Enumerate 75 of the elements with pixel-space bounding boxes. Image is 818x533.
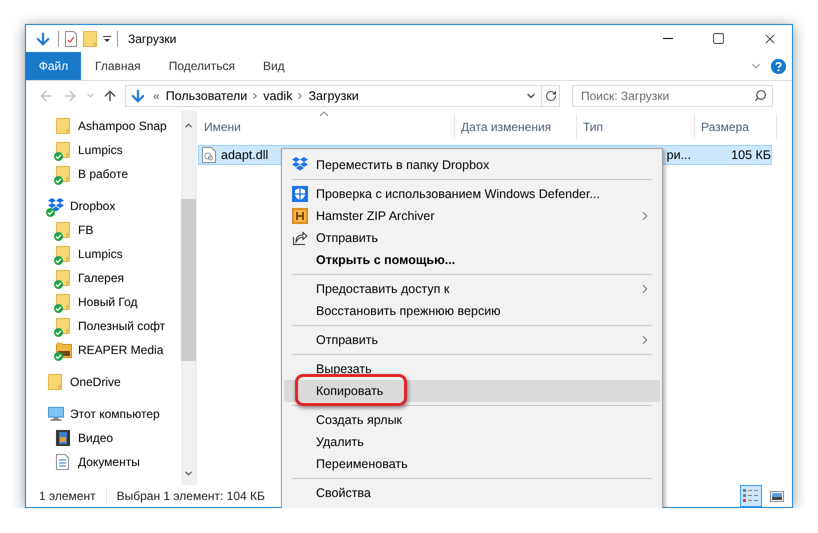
breadcrumb[interactable]: Пользователи [162, 88, 250, 102]
archiver-app-icon [292, 208, 308, 224]
menu-item[interactable]: Отправить [284, 329, 660, 351]
nav-item[interactable]: Новый Год [26, 290, 181, 314]
menu-item[interactable]: Переименовать [284, 453, 660, 475]
column-header[interactable]: Имени [198, 114, 455, 139]
nav-item[interactable]: Lumpics [26, 242, 181, 266]
menu-item[interactable]: Восстановить прежнюю версию [284, 300, 660, 322]
column-header[interactable]: Дата изменения [455, 114, 577, 139]
image-icon [770, 490, 784, 502]
nav-item[interactable]: Полезный софт [26, 314, 181, 338]
ribbon-tab[interactable]: Главная [81, 52, 155, 80]
menu-item[interactable]: Hamster ZIP Archiver [284, 205, 660, 227]
nav-item[interactable]: Этот компьютер [26, 402, 181, 426]
menu-item[interactable]: Копировать [284, 380, 660, 402]
share-icon [292, 230, 308, 246]
nav-item[interactable]: FB [26, 218, 181, 242]
nav-item[interactable]: REAPER Media [26, 338, 181, 362]
search-icon [754, 88, 767, 102]
window-title: Загрузки [128, 32, 178, 46]
selection-info: Выбран 1 элемент: 104 КБ [116, 489, 265, 503]
nav-item[interactable]: Галерея [26, 266, 181, 290]
file-type: ри... [666, 148, 692, 162]
file-size: 105 КБ [730, 148, 771, 162]
forward-arrow-icon [62, 88, 78, 104]
dropbox-icon [48, 198, 64, 212]
dropdown-caret-icon[interactable] [103, 34, 111, 42]
column-header[interactable]: Тип [577, 114, 695, 139]
nav-item[interactable]: Ashampoo Snap [26, 114, 181, 138]
ribbon-tab[interactable]: Поделиться [154, 52, 249, 80]
sort-caret-icon [319, 111, 329, 117]
download-arrow-icon[interactable] [34, 30, 52, 48]
file-name: adapt.dll [221, 148, 268, 162]
ribbon-tab[interactable]: Вид [248, 52, 299, 80]
nav-item[interactable]: Документы [26, 450, 181, 474]
scrollbar[interactable] [181, 110, 196, 485]
folder-icon [48, 374, 62, 390]
menu-item[interactable]: Свойства [284, 482, 660, 504]
nav-item[interactable]: В работе [26, 162, 181, 186]
refresh-icon [544, 90, 556, 102]
maximize-icon [712, 32, 725, 45]
search-field[interactable]: Поиск: Загрузки [572, 84, 773, 106]
film-icon [56, 430, 70, 446]
column-header[interactable]: Размера [695, 114, 777, 139]
details-list-icon [743, 489, 759, 503]
menu-item[interactable]: Проверка с использованием Windows Defender... [284, 183, 660, 205]
details-view-button[interactable] [740, 485, 762, 507]
folder-icon [56, 118, 70, 134]
menu-item[interactable]: Предоставить доступ к [284, 278, 660, 300]
breadcrumb[interactable]: vadik [260, 88, 296, 102]
menu-item[interactable]: Переместить в папку Dropbox [284, 154, 660, 176]
nav-item[interactable]: Dropbox [26, 194, 181, 218]
minimize-icon [662, 38, 672, 39]
shield-icon [292, 186, 308, 202]
address-bar[interactable]: « Пользователи vadik Загрузки [125, 84, 560, 106]
dropbox-icon [292, 157, 308, 171]
menu-item[interactable]: Открыть с помощью... [284, 249, 660, 271]
computer-icon [48, 406, 64, 422]
refresh-button[interactable] [541, 86, 559, 106]
new-folder-icon [83, 30, 97, 46]
nav-item[interactable]: OneDrive [26, 370, 181, 394]
nav-item[interactable]: Lumpics [26, 138, 181, 162]
properties-icon[interactable] [65, 30, 77, 46]
menu-item[interactable]: Вырезать [284, 358, 660, 380]
download-arrow-icon [129, 86, 147, 104]
item-count: 1 элемент [39, 489, 96, 503]
nav-item[interactable]: Видео [26, 426, 181, 450]
file-icon [202, 147, 216, 163]
breadcrumb[interactable]: Загрузки [305, 88, 362, 102]
document-icon [56, 454, 69, 470]
help-icon[interactable] [771, 58, 786, 74]
ribbon-tab[interactable]: Файл [26, 52, 81, 80]
menu-item[interactable]: Создать ярлык [284, 409, 660, 431]
menu-item[interactable]: Удалить [284, 431, 660, 453]
menu-item[interactable]: Отправить [284, 227, 660, 249]
